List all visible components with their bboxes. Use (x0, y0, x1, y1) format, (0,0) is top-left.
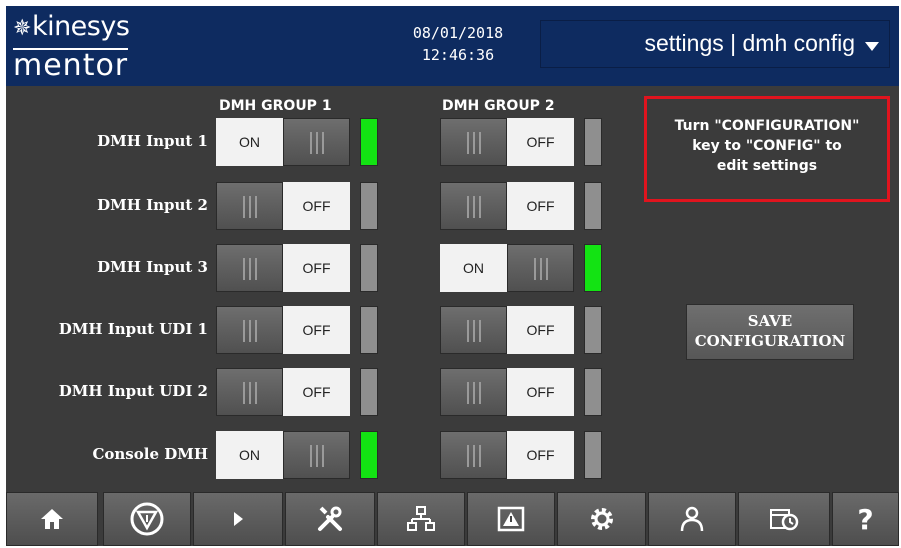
group-2-toggle[interactable]: OFF (440, 182, 574, 230)
grip-icon (243, 196, 259, 218)
grip-icon (310, 132, 326, 154)
toggle-handle (440, 118, 507, 166)
row-label: DMH Input UDI 2 (58, 382, 208, 400)
group-1-header: DMH GROUP 1 (219, 98, 332, 114)
nav-schedule-button[interactable] (738, 492, 830, 546)
status-indicator (584, 244, 602, 292)
time-text: 12:46:36 (421, 46, 495, 64)
nav-user-button[interactable] (648, 492, 736, 546)
page-selector-label: settings | dmh config (644, 30, 855, 56)
save-configuration-button[interactable]: SAVE CONFIGURATION (686, 304, 854, 360)
group-1-toggle[interactable]: OFF (216, 244, 350, 292)
status-indicator (360, 182, 378, 230)
group-1-toggle[interactable]: OFF (216, 182, 350, 230)
header-bar: ✵kinesys mentor 08/01/2018 12:46:36 sett… (6, 6, 899, 86)
chevron-down-icon (865, 42, 879, 51)
group-2-header: DMH GROUP 2 (442, 98, 555, 114)
group-1-toggle[interactable]: OFF (216, 306, 350, 354)
logo-bottom-text: mentor (13, 48, 129, 83)
grip-icon (243, 258, 259, 280)
nav-tools-button[interactable] (285, 492, 375, 546)
toggle-off-label: OFF (283, 368, 350, 416)
toggle-handle (283, 431, 350, 479)
nav-gear-button[interactable] (557, 492, 646, 546)
toggle-handle (216, 182, 283, 230)
grip-icon (467, 382, 483, 404)
save-button-line-1: SAVE (747, 312, 793, 330)
help-icon: ? (857, 503, 874, 536)
toggle-handle (507, 244, 574, 292)
toggle-off-label: OFF (507, 118, 574, 166)
toggle-handle (440, 431, 507, 479)
grip-icon (243, 382, 259, 404)
bottom-navigation: ? (6, 492, 899, 546)
toggle-handle (440, 182, 507, 230)
grip-icon (243, 320, 259, 342)
nav-play-button[interactable] (193, 492, 283, 546)
grip-icon (467, 445, 483, 467)
grip-icon (467, 132, 483, 154)
status-indicator (360, 244, 378, 292)
toggle-off-label: OFF (283, 182, 350, 230)
toggle-off-label: OFF (507, 431, 574, 479)
toggle-on-label: ON (440, 244, 507, 292)
logo-top-text: kinesys (31, 11, 130, 42)
status-indicator (360, 118, 378, 166)
toggle-off-label: OFF (507, 368, 574, 416)
group-2-toggle[interactable]: OFF (440, 118, 574, 166)
toggle-handle (440, 368, 507, 416)
page-selector-dropdown[interactable]: settings | dmh config (540, 20, 890, 68)
nav-stop-triangle-button[interactable] (103, 492, 191, 546)
logo-star-icon: ✵ (13, 16, 31, 41)
status-indicator (584, 182, 602, 230)
grip-icon (310, 445, 326, 467)
toggle-off-label: OFF (283, 244, 350, 292)
toggle-handle (216, 244, 283, 292)
row-label: DMH Input 1 (97, 132, 208, 150)
kinesys-mentor-logo: ✵kinesys mentor (13, 10, 183, 84)
toggle-handle (216, 368, 283, 416)
status-indicator (584, 431, 602, 479)
toggle-off-label: OFF (507, 182, 574, 230)
toggle-handle (283, 118, 350, 166)
config-key-warning: Turn "CONFIGURATION" key to "CONFIG" to … (644, 96, 890, 202)
group-2-toggle[interactable]: OFF (440, 368, 574, 416)
toggle-handle (216, 306, 283, 354)
row-label: DMH Input UDI 1 (58, 320, 208, 338)
group-1-toggle[interactable]: ON (216, 431, 350, 479)
grip-icon (467, 320, 483, 342)
grip-icon (534, 258, 550, 280)
group-2-toggle[interactable]: OFF (440, 306, 574, 354)
row-label: DMH Input 2 (97, 196, 208, 214)
datetime: 08/01/2018 12:46:36 (398, 22, 518, 66)
toggle-on-label: ON (216, 118, 283, 166)
nav-network-button[interactable] (377, 492, 465, 546)
group-2-toggle[interactable]: OFF (440, 431, 574, 479)
row-label: Console DMH (92, 445, 208, 463)
warning-line-2: key to "CONFIG" to (692, 138, 842, 154)
nav-help-button[interactable]: ? (832, 492, 899, 546)
warning-line-1: Turn "CONFIGURATION" (674, 118, 860, 134)
warning-line-3: edit settings (716, 158, 818, 174)
grip-icon (467, 196, 483, 218)
group-1-toggle[interactable]: OFF (216, 368, 350, 416)
status-indicator (360, 368, 378, 416)
status-indicator (360, 431, 378, 479)
status-indicator (584, 306, 602, 354)
row-label: DMH Input 3 (97, 258, 208, 276)
toggle-handle (440, 306, 507, 354)
date-text: 08/01/2018 (412, 24, 504, 42)
nav-alarm-button[interactable] (467, 492, 555, 546)
hmi-screen: ✵kinesys mentor 08/01/2018 12:46:36 sett… (6, 6, 899, 546)
group-2-toggle[interactable]: ON (440, 244, 574, 292)
status-indicator (584, 118, 602, 166)
toggle-off-label: OFF (283, 306, 350, 354)
toggle-off-label: OFF (507, 306, 574, 354)
toggle-on-label: ON (216, 431, 283, 479)
nav-home-button[interactable] (6, 492, 98, 546)
save-button-line-2: CONFIGURATION (694, 332, 846, 350)
status-indicator (584, 368, 602, 416)
group-1-toggle[interactable]: ON (216, 118, 350, 166)
status-indicator (360, 306, 378, 354)
